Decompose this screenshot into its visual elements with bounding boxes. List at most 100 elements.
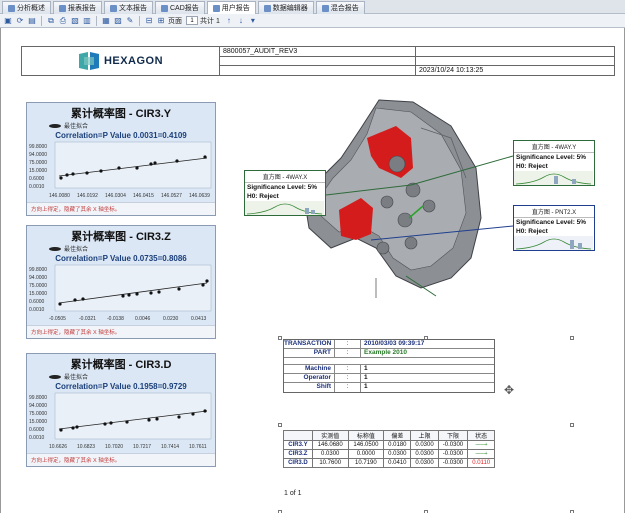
tab-text-report[interactable]: 文本报告 [104,1,153,14]
user-report-icon [212,4,220,12]
cell: -0.0300 [437,440,469,450]
tab-user-report[interactable]: 用户报告 [206,1,256,14]
callout-header: 直方图 - PNT2.X [514,206,594,218]
status-bar: --------+ [467,449,495,459]
cell: 0.0180 [383,440,412,450]
zoom-in-icon[interactable]: ⊞ [156,16,166,26]
tab-label: CAD报告 [170,5,199,12]
resize-handle[interactable] [278,336,282,340]
mini-histogram [514,236,593,250]
layout-icon[interactable]: ▨ [113,16,123,26]
row-key: PART [284,349,335,357]
tab-mixed-report[interactable]: 混合报告 [315,1,365,14]
page-number: 1 of 1 [284,490,302,497]
resize-handle[interactable] [278,423,282,427]
cad-icon [161,4,168,12]
tab-label: 分析概述 [17,5,45,12]
export-icon[interactable]: ▥ [82,16,92,26]
callout-header: 直方图 - 4WAY.X [245,171,325,183]
resize-handle[interactable] [570,336,574,340]
row-key: TRANSACTION [284,340,335,348]
cell: -0.0300 [437,458,469,468]
page-number-input[interactable]: 1 [186,16,198,25]
open-icon[interactable]: ▣ [3,16,13,26]
column-header: 实测值 [311,430,349,441]
column-header: 状态 [467,430,495,441]
page-setup-icon[interactable]: ▦ [101,16,111,26]
histogram-callout-pnt2-x[interactable]: 直方图 - PNT2.X Significance Level: 5% H0: … [513,205,595,251]
table-row: Machine : 1 [284,365,494,374]
report-icon [8,4,15,12]
callout-header: 直方图 - 4WAY.Y [514,141,594,153]
tab-cad-report[interactable]: CAD报告 [155,1,205,14]
feature-name: CIR3.D [283,458,313,468]
row-sep: : [335,383,361,392]
hypothesis-result: H0: Reject [516,163,548,170]
column-header: 上限 [410,430,439,441]
feature-name: CIR3.Z [283,449,313,459]
row-key: Operator [284,374,335,382]
row-sep: : [335,374,361,382]
transaction-info-table: TRANSACTION : 2010/03/03 09:39:17 PART :… [283,339,495,393]
column-header: 下限 [437,430,469,441]
edit-icon[interactable]: ✎ [125,16,135,26]
tab-label: 文本报告 [119,5,147,12]
page-label: 页面 [168,17,182,25]
cell: 146.0680 [311,440,349,450]
table-row: Shift : 1 [284,383,494,392]
tab-table-report[interactable]: 报表报告 [53,1,102,14]
cell: -0.0300 [437,449,469,459]
row-sep: : [335,349,361,357]
cell: 0.0300 [410,440,439,450]
zoom-out-icon[interactable]: ⊟ [144,16,154,26]
row-key: Machine [284,365,335,373]
cell: 0.0410 [383,458,412,468]
row-sep: : [335,365,361,373]
feature-name: CIR3.Y [283,440,313,450]
tab-label: 混合报告 [330,5,359,12]
toolbar-divider [139,15,140,26]
table-row: CIR3.Z 0.0300 0.0000 0.0300 0.0300 -0.03… [283,449,495,459]
resize-handle[interactable] [570,423,574,427]
print-icon[interactable]: ⎙ [58,16,68,26]
tab-analysis-overview[interactable]: 分析概述 [2,1,51,14]
cell: 10.7190 [347,458,385,468]
tab-label: 用户报告 [221,5,250,12]
arrow-down-icon[interactable]: ↓ [236,16,246,26]
spacer-row [284,358,494,365]
cell: 10.7600 [311,458,349,468]
table-row: Operator : 1 [284,374,494,383]
row-value: 2010/03/03 09:39:17 [364,340,425,347]
cell: 0.0300 [410,449,439,459]
print-preview-icon[interactable]: ▧ [70,16,80,26]
histogram-callout-4way-x[interactable]: 直方图 - 4WAY.X Significance Level: 5% H0: … [244,170,326,216]
arrow-up-icon[interactable]: ↑ [224,16,234,26]
table-icon [59,4,66,12]
row-value: 1 [364,374,368,381]
move-icon[interactable]: ✥ [504,383,514,397]
results-table: 实测值 标称值 偏差 上限 下限 状态 CIR3.Y 146.0680 146.… [283,430,495,468]
hypothesis-result: H0: Reject [516,228,548,235]
histogram-callout-4way-y[interactable]: 直方图 - 4WAY.Y Significance Level: 5% H0: … [513,140,595,186]
tab-label: 报表报告 [68,5,96,12]
row-value: 1 [364,365,368,372]
more-icon[interactable]: ▾ [248,16,258,26]
report-toolbar: ▣ ⟳ ▤ ⧉ ⎙ ▧ ▥ ▦ ▨ ✎ ⊟ ⊞ 页面 1 共计 1 ↑ ↓ ▾ [0,14,625,28]
cell: 146.0500 [347,440,385,450]
row-key: Shift [284,383,335,392]
tab-label: 数据编辑器 [272,5,308,12]
cell: 0.0000 [347,449,385,459]
text-icon [110,4,117,12]
table-row: TRANSACTION : 2010/03/03 09:39:17 [284,340,494,349]
status-value: 0.0110 [467,458,495,468]
save-icon[interactable]: ▤ [27,16,37,26]
row-sep: : [335,340,361,348]
refresh-icon[interactable]: ⟳ [15,16,25,26]
template-icon[interactable]: ⧉ [46,16,56,26]
column-header [283,430,313,441]
cell: 0.0300 [311,449,349,459]
tab-data-editor[interactable]: 数据编辑器 [257,1,314,14]
report-page: HEXAGON 8800057_AUDIT_REV3 2023/10/24 10… [0,28,625,513]
significance-level: Significance Level: 5% [516,154,587,161]
toolbar-divider [96,15,97,26]
